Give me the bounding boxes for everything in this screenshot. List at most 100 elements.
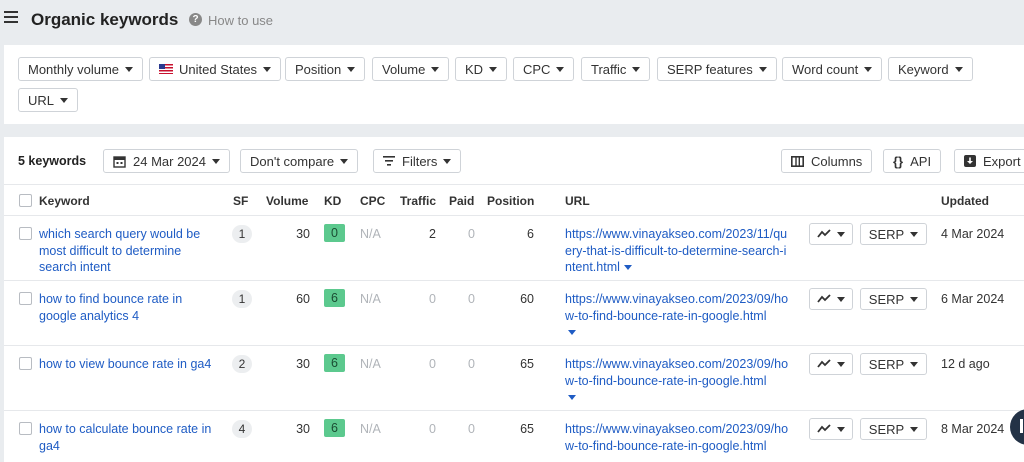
date-label: 24 Mar 2024: [133, 153, 206, 169]
row-checkbox[interactable]: [19, 357, 32, 370]
filter-label: Monthly volume: [28, 61, 120, 77]
kd-badge: 6: [324, 289, 345, 307]
volume-value: 30: [296, 357, 310, 371]
api-button[interactable]: {} API: [883, 149, 942, 173]
paid-value: 0: [468, 357, 475, 371]
us-flag-icon: [159, 64, 173, 74]
keyword-link[interactable]: how to view bounce rate in ga4: [39, 356, 219, 373]
serp-dropdown-button[interactable]: SERP: [860, 223, 927, 245]
volume-value: 60: [296, 292, 310, 306]
row-checkbox[interactable]: [19, 422, 32, 435]
sf-badge[interactable]: 4: [232, 420, 252, 438]
row-checkbox[interactable]: [19, 227, 32, 240]
keyword-link[interactable]: how to calculate bounce rate in ga4: [39, 421, 219, 454]
filter-label: Position: [295, 61, 342, 77]
caret-down-icon: [125, 66, 134, 72]
cpc-value: N/A: [360, 292, 381, 306]
how-to-use-link[interactable]: How to use: [208, 13, 273, 28]
filter-country[interactable]: United States: [149, 57, 282, 81]
url-caret-icon[interactable]: [568, 330, 576, 335]
chart-dropdown-button[interactable]: [809, 288, 853, 310]
col-position[interactable]: Position: [487, 194, 534, 208]
menu-icon[interactable]: [4, 11, 18, 25]
cpc-value: N/A: [360, 422, 381, 436]
filter-serp-features[interactable]: SERP features: [657, 57, 777, 81]
position-value: 65: [520, 422, 534, 436]
filters-button[interactable]: Filters: [373, 149, 462, 173]
filter-cpc[interactable]: CPC: [513, 57, 575, 81]
col-updated[interactable]: Updated: [941, 194, 989, 208]
filter-label: Traffic: [591, 61, 627, 77]
filter-label: Word count: [792, 61, 859, 77]
url-cell: https://www.vinayakseo.com/2023/09/how-t…: [565, 291, 791, 335]
caret-down-icon: [556, 66, 565, 72]
kd-badge: 6: [324, 354, 345, 372]
filter-volume[interactable]: Volume: [372, 57, 450, 81]
col-paid[interactable]: Paid: [449, 194, 474, 208]
url-cell: https://www.vinayakseo.com/2023/09/how-t…: [565, 421, 791, 454]
row-checkbox[interactable]: [19, 292, 32, 305]
col-keyword[interactable]: Keyword: [39, 194, 90, 208]
trend-line-icon: [817, 424, 831, 433]
export-label: Export: [983, 153, 1021, 169]
columns-label: Columns: [811, 153, 863, 169]
filter-position[interactable]: Position: [285, 57, 366, 81]
url-caret-icon[interactable]: [623, 265, 632, 271]
serp-dropdown-button[interactable]: SERP: [860, 418, 927, 440]
caret-down-icon: [910, 361, 919, 367]
url-link[interactable]: https://www.vinayakseo.com/2023/09/how-t…: [565, 292, 788, 323]
sf-badge[interactable]: 2: [232, 355, 252, 373]
help-icon[interactable]: ?: [189, 13, 202, 26]
filter-monthly-volume[interactable]: Monthly volume: [18, 57, 144, 81]
compare-dropdown[interactable]: Don't compare: [240, 149, 359, 173]
select-all-checkbox[interactable]: [19, 194, 32, 207]
col-url[interactable]: URL: [565, 194, 590, 208]
columns-button[interactable]: Columns: [781, 149, 873, 173]
filter-label: SERP features: [667, 61, 753, 77]
chart-dropdown-button[interactable]: [809, 418, 853, 440]
updated-value: 6 Mar 2024: [941, 292, 1005, 306]
col-cpc[interactable]: CPC: [360, 194, 385, 208]
filter-word-count[interactable]: Word count: [782, 57, 883, 81]
filter-label: Keyword: [898, 61, 949, 77]
filter-url[interactable]: URL: [18, 88, 79, 112]
sf-badge[interactable]: 1: [232, 225, 252, 243]
filter-traffic[interactable]: Traffic: [581, 57, 651, 81]
col-kd[interactable]: KD: [324, 194, 341, 208]
filter-label: KD: [465, 61, 484, 77]
col-sf[interactable]: SF: [233, 194, 248, 208]
url-link[interactable]: https://www.vinayakseo.com/2023/09/how-t…: [565, 357, 788, 388]
top-bar: Organic keywords ? How to use: [0, 0, 1024, 40]
table-row: which search query would be most difficu…: [4, 216, 1024, 281]
keyword-link[interactable]: which search query would be most difficu…: [39, 226, 219, 276]
kd-badge: 6: [324, 419, 345, 437]
url-link[interactable]: https://www.vinayakseo.com/2023/11/query…: [565, 227, 787, 274]
serp-dropdown-button[interactable]: SERP: [860, 288, 927, 310]
paid-value: 0: [468, 422, 475, 436]
serp-dropdown-button[interactable]: SERP: [860, 353, 927, 375]
paid-value: 0: [468, 292, 475, 306]
col-traffic[interactable]: Traffic: [400, 194, 436, 208]
url-caret-icon[interactable]: [568, 395, 576, 400]
api-label: API: [910, 153, 932, 169]
caret-down-icon: [340, 158, 349, 164]
keyword-link[interactable]: how to find bounce rate in google analyt…: [39, 291, 219, 324]
chart-dropdown-button[interactable]: [809, 223, 853, 245]
table-row: how to find bounce rate in google analyt…: [4, 281, 1024, 346]
filter-kd[interactable]: KD: [455, 57, 508, 81]
trend-line-icon: [817, 294, 831, 303]
url-link[interactable]: https://www.vinayakseo.com/2023/09/how-t…: [565, 422, 788, 453]
filter-keyword[interactable]: Keyword: [888, 57, 973, 81]
date-picker[interactable]: 24 Mar 2024: [103, 149, 230, 173]
chart-dropdown-button[interactable]: [809, 353, 853, 375]
position-value: 65: [520, 357, 534, 371]
col-volume[interactable]: Volume: [266, 194, 308, 208]
filter-label: Volume: [382, 61, 426, 77]
traffic-value: 0: [429, 292, 436, 306]
traffic-value: 0: [429, 422, 436, 436]
serp-label: SERP: [868, 421, 905, 437]
export-button[interactable]: Export: [954, 149, 1024, 173]
sf-badge[interactable]: 1: [232, 290, 252, 308]
chat-icon: [1020, 419, 1023, 433]
caret-down-icon: [443, 158, 452, 164]
